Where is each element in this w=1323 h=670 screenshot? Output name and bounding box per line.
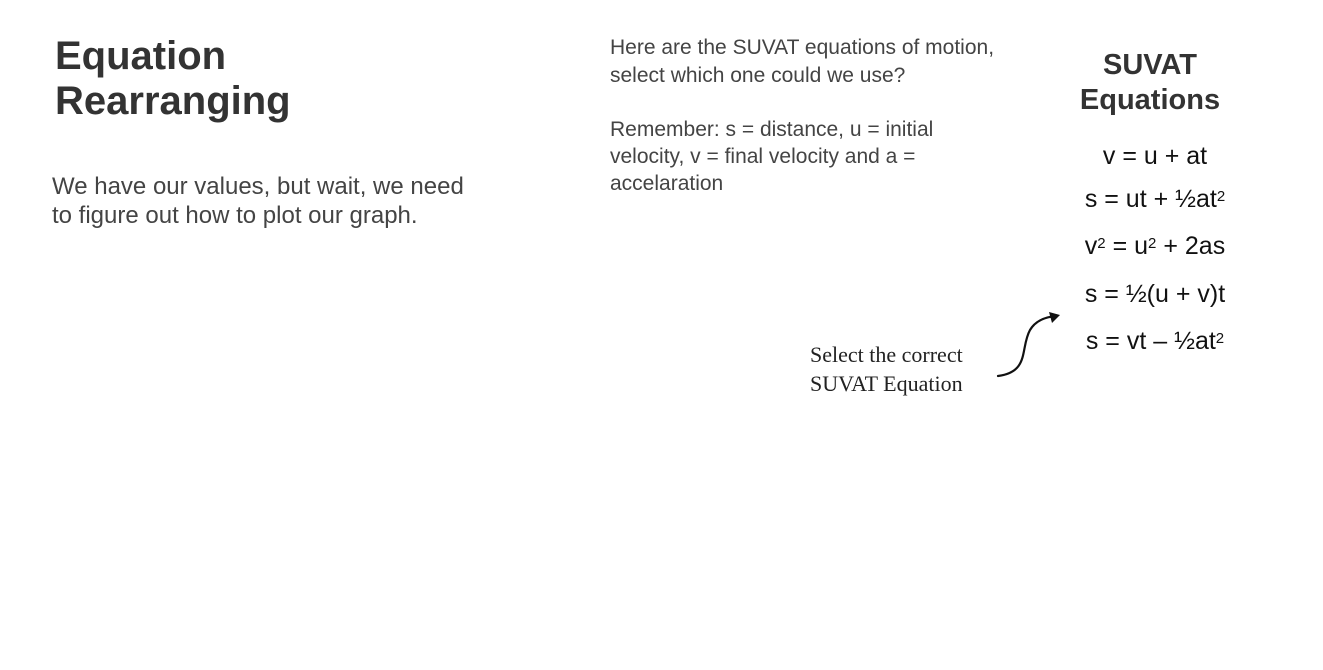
equation-text: v — [1084, 232, 1098, 260]
equation-text: = u — [1105, 232, 1149, 260]
question-text: Here are the SUVAT equations of motion, … — [610, 34, 1060, 90]
curved-arrow-icon — [996, 312, 1060, 378]
suvat-heading-line-2: Equations — [1079, 84, 1221, 116]
hint-line-2: SUVAT Equation — [810, 371, 963, 396]
suvat-heading-line-1: SUVAT — [1103, 49, 1197, 81]
reminder-text: Remember: s = distance, u = initial velo… — [610, 116, 1010, 197]
reminder-line-1: Remember: s = distance, u = initial — [610, 118, 934, 141]
equation-option-s-half-u-plus-v-t[interactable]: s = ½(u + v)t — [1065, 279, 1245, 309]
equation-option-v2-u2-2as[interactable]: v2 = u2 + 2as — [1065, 231, 1245, 261]
equation-exponent: 2 — [1148, 235, 1157, 252]
equation-option-s-vt-half-at2[interactable]: s = vt – ½at2 — [1065, 326, 1245, 356]
title-line-2: Rearranging — [55, 79, 291, 123]
title-line-1: Equation — [55, 34, 227, 78]
equation-text: v = u + at — [1102, 142, 1208, 170]
equation-option-s-ut-half-at2[interactable]: s = ut + ½at2 — [1065, 184, 1245, 214]
intro-text: We have our values, but wait, we need to… — [52, 172, 522, 230]
question-line-1: Here are the SUVAT equations of motion, — [610, 36, 995, 59]
reminder-line-2: velocity, v = final velocity and a = — [610, 145, 916, 168]
equation-exponent: 2 — [1216, 188, 1226, 205]
reminder-line-3: accelaration — [610, 172, 724, 195]
slide-title: Equation Rearranging — [55, 34, 291, 124]
equation-text: s = ½(u + v)t — [1084, 280, 1226, 308]
hint-text: Select the correct SUVAT Equation — [810, 340, 963, 398]
equation-text: s = ut + ½at — [1084, 185, 1217, 213]
intro-line-2: to figure out how to plot our graph. — [52, 202, 418, 229]
suvat-heading: SUVAT Equations — [1060, 48, 1240, 118]
equation-option-v-u-at[interactable]: v = u + at — [1065, 141, 1245, 171]
intro-line-1: We have our values, but wait, we need — [52, 173, 464, 200]
equation-text: + 2as — [1156, 232, 1226, 260]
hint-line-1: Select the correct — [810, 342, 963, 367]
equation-exponent: 2 — [1215, 330, 1225, 347]
equation-exponent: 2 — [1097, 235, 1106, 252]
equation-text: s = vt – ½at — [1085, 327, 1216, 355]
question-line-2: select which one could we use? — [610, 64, 906, 87]
